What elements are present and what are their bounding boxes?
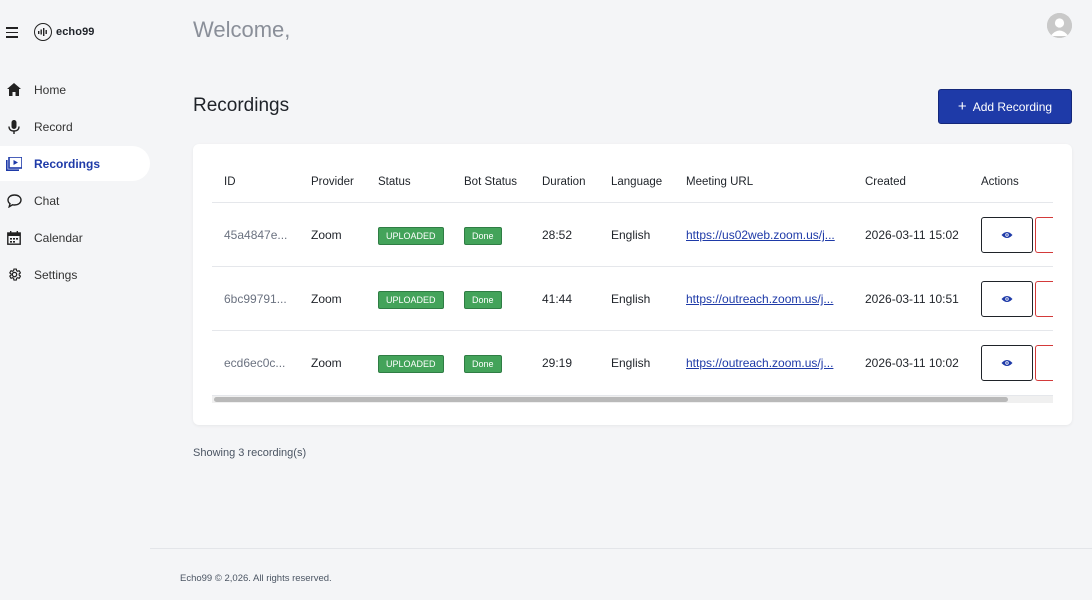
sidebar-item-label: Record	[34, 119, 73, 134]
column-header-created: Created	[865, 176, 906, 188]
meeting-url-link[interactable]: https://outreach.zoom.us/j...	[686, 356, 833, 370]
recording-language: English	[611, 356, 651, 370]
sidebar: echo99 Home Record Recordings Chat Calen…	[0, 0, 150, 600]
view-button[interactable]	[981, 281, 1033, 317]
column-header-status: Status	[378, 176, 411, 188]
meeting-url-cell: https://us02web.zoom.us/j...	[686, 203, 835, 267]
recording-duration: 41:44	[542, 292, 573, 306]
recording-created: 2026-03-11 15:02	[865, 228, 959, 242]
sidebar-nav: Home Record Recordings Chat Calendar Set…	[0, 72, 150, 294]
recording-id: ecd6ec0c...	[224, 356, 286, 370]
sidebar-item-chat[interactable]: Chat	[0, 183, 150, 218]
meeting-url-cell: https://outreach.zoom.us/j...	[686, 267, 833, 331]
chat-bubble-icon	[6, 193, 22, 209]
sidebar-item-record[interactable]: Record	[0, 109, 150, 144]
delete-button[interactable]	[1035, 281, 1053, 317]
sidebar-item-calendar[interactable]: Calendar	[0, 220, 150, 255]
bot-status-badge: Done	[464, 354, 502, 373]
microphone-icon	[6, 119, 22, 135]
table-row: 45a4847e... Zoom UPLOADED Done 28:52 Eng…	[212, 202, 1053, 266]
calendar-icon	[6, 230, 22, 246]
sidebar-item-label: Recordings	[34, 156, 101, 171]
recording-id: 45a4847e...	[224, 228, 288, 242]
meeting-url-link[interactable]: https://us02web.zoom.us/j...	[686, 228, 835, 242]
table-row: ecd6ec0c... Zoom UPLOADED Done 29:19 Eng…	[212, 330, 1053, 394]
scrollbar-thumb[interactable]	[214, 397, 1008, 402]
horizontal-scrollbar[interactable]	[212, 395, 1053, 403]
column-header-provider: Provider	[311, 176, 354, 188]
bot-status-badge: Done	[464, 290, 502, 309]
delete-button[interactable]	[1035, 345, 1053, 381]
page-title: Recordings	[193, 95, 290, 116]
footer-copyright: Echo99 © 2,026. All rights reserved.	[180, 573, 332, 584]
recording-language: English	[611, 292, 651, 306]
brand-name: echo99	[56, 26, 95, 38]
recording-created: 2026-03-11 10:02	[865, 356, 959, 370]
status-cell: UPLOADED	[378, 203, 444, 267]
view-button[interactable]	[981, 217, 1033, 253]
add-recording-button[interactable]: + Add Recording	[938, 89, 1072, 124]
recording-language: English	[611, 228, 651, 242]
recordings-table: ID Provider Status Bot Status Duration L…	[212, 162, 1053, 403]
eye-icon	[1001, 360, 1013, 366]
status-cell: UPLOADED	[378, 331, 444, 395]
sidebar-item-label: Settings	[34, 267, 78, 282]
status-badge: UPLOADED	[378, 226, 444, 245]
recording-provider: Zoom	[311, 228, 342, 242]
status-badge: UPLOADED	[378, 290, 444, 309]
column-header-meeting-url: Meeting URL	[686, 176, 754, 188]
recording-provider: Zoom	[311, 292, 342, 306]
column-header-duration: Duration	[542, 176, 586, 188]
sidebar-item-label: Home	[34, 82, 67, 97]
status-cell: UPLOADED	[378, 267, 444, 331]
recording-duration: 29:19	[542, 356, 573, 370]
bot-status-cell: Done	[464, 267, 502, 331]
video-library-icon	[6, 156, 22, 172]
view-button[interactable]	[981, 345, 1033, 381]
eye-icon	[1001, 296, 1013, 302]
recordings-count: Showing 3 recording(s)	[193, 447, 307, 459]
column-header-actions: Actions	[981, 176, 1019, 188]
eye-icon	[1001, 232, 1013, 238]
home-icon	[6, 82, 22, 98]
sidebar-item-label: Chat	[34, 193, 60, 208]
delete-button[interactable]	[1035, 217, 1053, 253]
meeting-url-link[interactable]: https://outreach.zoom.us/j...	[686, 292, 833, 306]
sidebar-item-settings[interactable]: Settings	[0, 257, 150, 292]
recording-id: 6bc99791...	[224, 292, 287, 306]
echo99-logo-icon	[34, 23, 52, 41]
sidebar-item-recordings[interactable]: Recordings	[0, 146, 150, 181]
footer-divider	[150, 548, 1092, 549]
bot-status-cell: Done	[464, 203, 502, 267]
meeting-url-cell: https://outreach.zoom.us/j...	[686, 331, 833, 395]
bot-status-badge: Done	[464, 226, 502, 245]
brand-bar: echo99	[6, 22, 95, 42]
column-header-id: ID	[224, 176, 236, 188]
table-header: ID Provider Status Bot Status Duration L…	[212, 162, 1053, 202]
table-row: 6bc99791... Zoom UPLOADED Done 41:44 Eng…	[212, 266, 1053, 330]
plus-icon: +	[957, 98, 967, 115]
sidebar-item-home[interactable]: Home	[0, 72, 150, 107]
column-header-bot-status: Bot Status	[464, 176, 518, 188]
add-recording-label: Add Recording	[972, 99, 1053, 114]
hamburger-menu-icon[interactable]	[6, 26, 20, 38]
sidebar-item-label: Calendar	[34, 230, 83, 245]
recording-provider: Zoom	[311, 356, 342, 370]
gear-icon	[6, 267, 22, 283]
recording-duration: 28:52	[542, 228, 573, 242]
recordings-card: ID Provider Status Bot Status Duration L…	[193, 144, 1072, 425]
status-badge: UPLOADED	[378, 354, 444, 373]
welcome-heading: Welcome,	[193, 17, 291, 42]
bot-status-cell: Done	[464, 331, 502, 395]
column-header-language: Language	[611, 176, 663, 188]
recording-created: 2026-03-11 10:51	[865, 292, 959, 306]
user-avatar-icon[interactable]	[1047, 13, 1072, 38]
